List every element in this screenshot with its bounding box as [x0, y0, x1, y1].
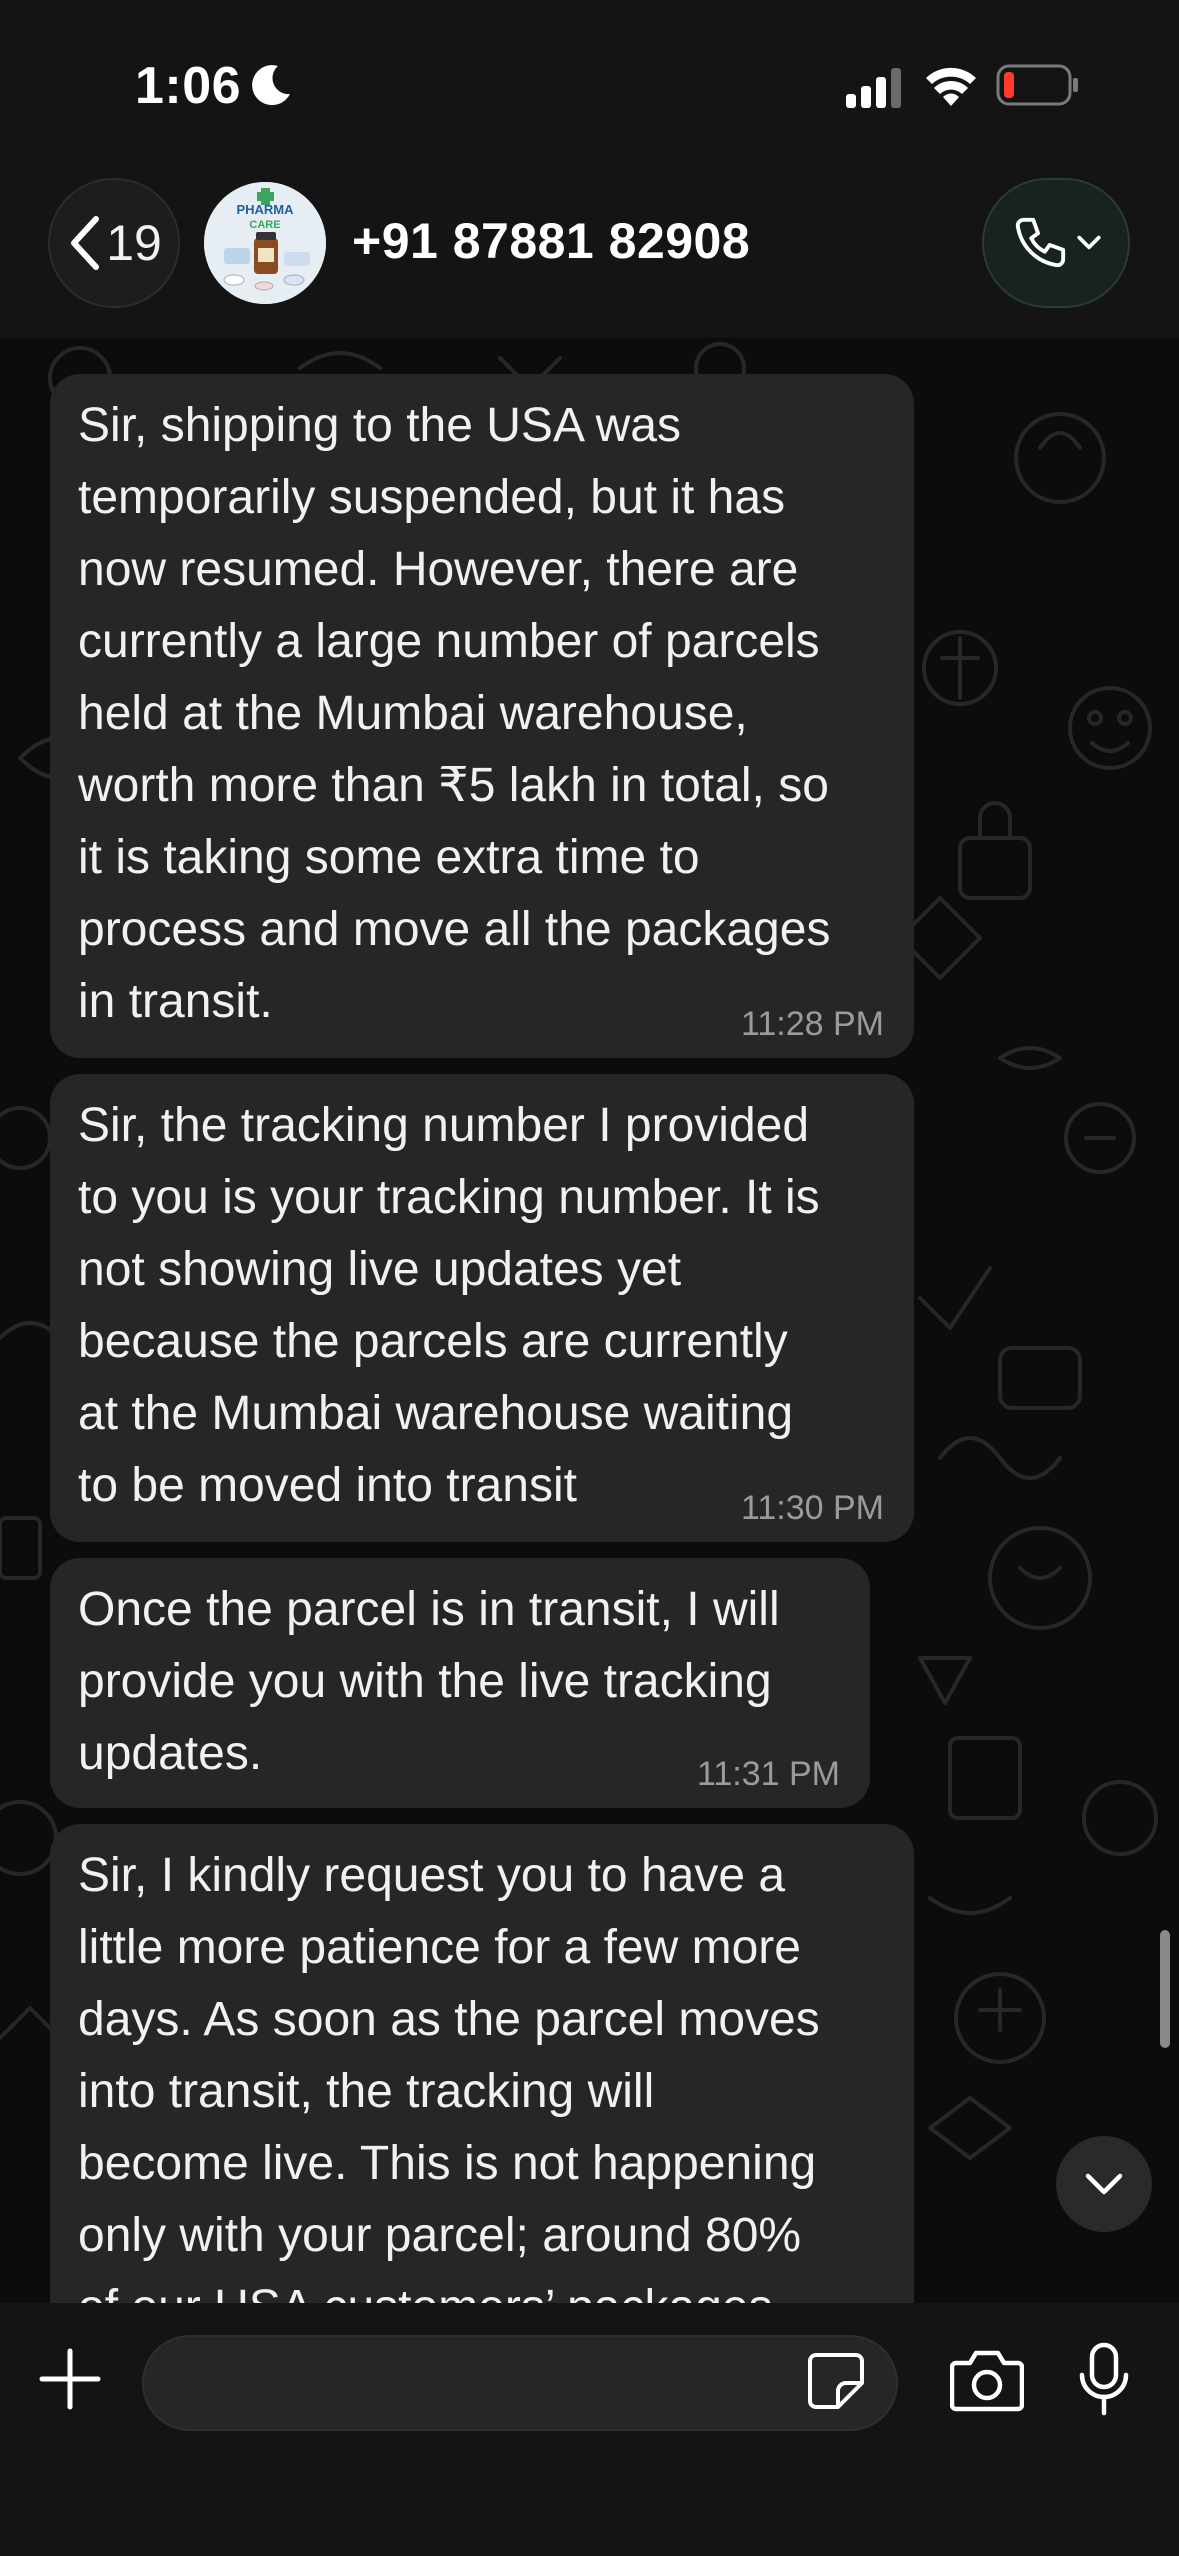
back-button[interactable]: 19	[48, 178, 180, 308]
unread-count: 19	[106, 215, 162, 271]
call-button[interactable]	[982, 178, 1130, 308]
message-text: Sir, shipping to the USA was temporarily…	[78, 399, 831, 1028]
message-input[interactable]	[174, 2355, 814, 2413]
phone-icon	[1015, 217, 1066, 268]
svg-text:PHARMA: PHARMA	[236, 202, 294, 217]
chevron-down-icon	[1077, 235, 1101, 250]
sticker-icon[interactable]	[806, 2351, 866, 2411]
wifi-icon	[926, 67, 976, 106]
message-text: Sir, the tracking number I provided to y…	[78, 1099, 820, 1512]
message-time: 11:31 PM	[696, 1755, 840, 1793]
camera-icon[interactable]	[950, 2347, 1024, 2413]
message-time: 11:30 PM	[740, 1489, 884, 1527]
svg-text:CARE: CARE	[249, 219, 280, 231]
plus-icon[interactable]	[36, 2345, 104, 2413]
message-text: Sir, I kindly request you to have a litt…	[78, 1849, 820, 2334]
message-time: 11:28 PM	[740, 1005, 884, 1043]
message-bubble[interactable]: Sir, I kindly request you to have a litt…	[50, 1824, 914, 2344]
microphone-icon[interactable]	[1076, 2341, 1132, 2417]
message-bubble[interactable]: Sir, the tracking number I provided to y…	[50, 1074, 914, 1542]
message-bubble[interactable]: Sir, shipping to the USA was temporarily…	[50, 374, 914, 1058]
chevron-left-icon	[71, 216, 100, 270]
chat-header: 19 PHARMA CARE +91 87881 82908	[0, 170, 1179, 338]
message-composer	[0, 2303, 1179, 2556]
pharma-care-logo: PHARMA CARE	[204, 182, 326, 304]
signal-icon	[846, 68, 901, 108]
avatar[interactable]: PHARMA CARE	[204, 182, 326, 304]
scroll-to-bottom-button[interactable]	[1056, 2136, 1152, 2232]
contact-name[interactable]: +91 87881 82908	[352, 212, 750, 270]
chevron-down-icon	[1085, 2173, 1123, 2195]
moon-icon	[252, 65, 290, 106]
message-input-container[interactable]	[142, 2335, 898, 2431]
battery-icon	[996, 64, 1078, 106]
scrollbar-thumb[interactable]	[1160, 1930, 1170, 2048]
status-bar: 1:06	[0, 0, 1179, 170]
status-time: 1:06	[135, 57, 242, 115]
message-bubble[interactable]: Once the parcel is in transit, I will pr…	[50, 1558, 870, 1808]
